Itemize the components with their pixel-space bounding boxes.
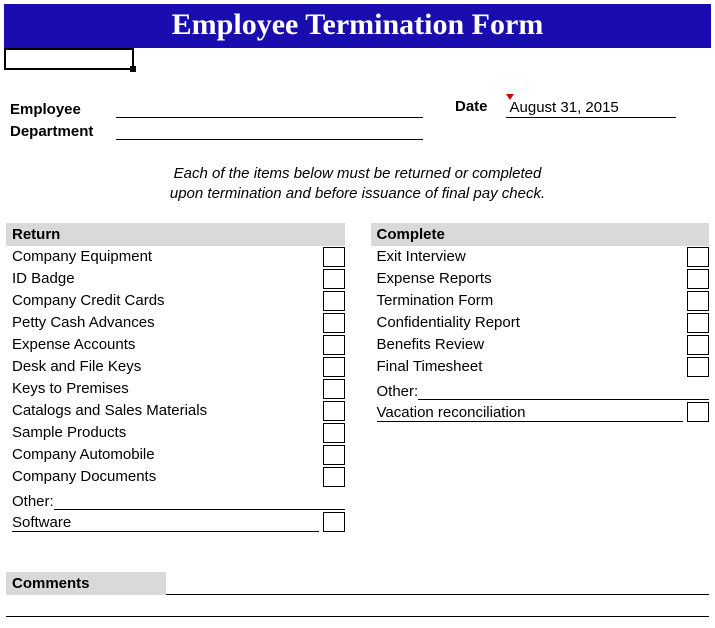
active-cell-outline[interactable] [4, 48, 134, 70]
return-item-row: Catalogs and Sales Materials [6, 400, 345, 422]
complete-item-label: Termination Form [377, 292, 684, 309]
return-other-row: Other: [6, 488, 345, 510]
return-items: Company Equipment ID Badge Company Credit … [6, 246, 345, 488]
return-item-label: Catalogs and Sales Materials [12, 402, 319, 419]
return-item-row: Company Documents [6, 466, 345, 488]
complete-write-in-row: Vacation reconciliation [371, 400, 710, 422]
return-item-checkbox[interactable] [323, 467, 345, 487]
complete-item-row: Confidentiality Report [371, 312, 710, 334]
date-input-line[interactable]: August 31, 2015 [506, 98, 676, 118]
return-item-row: Petty Cash Advances [6, 312, 345, 334]
return-item-checkbox[interactable] [323, 401, 345, 421]
return-item-checkbox[interactable] [323, 423, 345, 443]
return-write-in-text[interactable]: Software [12, 514, 319, 532]
complete-column: Complete Exit Interview Expense Reports Te… [371, 223, 710, 532]
return-write-in-checkbox[interactable] [323, 512, 345, 532]
comments-label: Comments [6, 572, 166, 595]
department-label: Department [10, 123, 110, 140]
employee-label: Employee [10, 101, 110, 118]
cell-fill-handle[interactable] [130, 66, 136, 72]
comments-header-row: Comments [6, 572, 709, 595]
complete-item-row: Benefits Review [371, 334, 710, 356]
complete-item-checkbox[interactable] [687, 269, 709, 289]
complete-item-label: Final Timesheet [377, 358, 684, 375]
return-item-checkbox[interactable] [323, 335, 345, 355]
complete-item-row: Exit Interview [371, 246, 710, 268]
return-item-label: Company Credit Cards [12, 292, 319, 309]
complete-other-row: Other: [371, 378, 710, 400]
return-item-row: Company Automobile [6, 444, 345, 466]
complete-item-row: Termination Form [371, 290, 710, 312]
return-item-row: Company Equipment [6, 246, 345, 268]
form-title: Employee Termination Form [172, 8, 544, 41]
return-item-row: Expense Accounts [6, 334, 345, 356]
date-field: Date August 31, 2015 [455, 98, 705, 142]
complete-items: Exit Interview Expense Reports Termination… [371, 246, 710, 378]
complete-item-row: Final Timesheet [371, 356, 710, 378]
comments-line-1[interactable] [166, 573, 709, 595]
return-item-label: Company Equipment [12, 248, 319, 265]
return-item-label: ID Badge [12, 270, 319, 287]
complete-item-checkbox[interactable] [687, 357, 709, 377]
checklist-columns: Return Company EquipmentID BadgeCompany … [6, 223, 709, 532]
complete-item-label: Confidentiality Report [377, 314, 684, 331]
return-item-row: Keys to Premises [6, 378, 345, 400]
return-write-in-row: Software [6, 510, 345, 532]
return-item-label: Expense Accounts [12, 336, 319, 353]
return-item-label: Petty Cash Advances [12, 314, 319, 331]
return-item-label: Company Automobile [12, 446, 319, 463]
date-value: August 31, 2015 [510, 99, 619, 116]
comments-section: Comments [6, 572, 709, 617]
complete-other-line[interactable] [418, 380, 709, 400]
return-item-label: Desk and File Keys [12, 358, 319, 375]
left-field-group: Employee Department [10, 98, 423, 142]
complete-other-label: Other: [377, 383, 419, 400]
complete-item-label: Expense Reports [377, 270, 684, 287]
return-item-row: ID Badge [6, 268, 345, 290]
return-header: Return [6, 223, 345, 246]
complete-write-in-checkbox[interactable] [687, 402, 709, 422]
return-item-checkbox[interactable] [323, 291, 345, 311]
return-item-checkbox[interactable] [323, 357, 345, 377]
department-input-line[interactable] [116, 120, 423, 140]
return-item-label: Keys to Premises [12, 380, 319, 397]
complete-item-label: Exit Interview [377, 248, 684, 265]
return-item-checkbox[interactable] [323, 379, 345, 399]
return-item-checkbox[interactable] [323, 269, 345, 289]
department-field: Department [10, 120, 423, 140]
complete-write-in-text[interactable]: Vacation reconciliation [377, 404, 684, 422]
employee-field: Employee [10, 98, 423, 118]
return-item-row: Company Credit Cards [6, 290, 345, 312]
return-column: Return Company EquipmentID BadgeCompany … [6, 223, 345, 532]
complete-item-label: Benefits Review [377, 336, 684, 353]
return-item-row: Sample Products [6, 422, 345, 444]
return-item-checkbox[interactable] [323, 445, 345, 465]
date-label: Date [455, 98, 488, 115]
return-item-checkbox[interactable] [323, 247, 345, 267]
instructions-line1: Each of the items below must be returned… [174, 165, 542, 182]
instructions-line2: upon termination and before issuance of … [170, 185, 545, 202]
return-other-line[interactable] [54, 490, 345, 510]
return-item-label: Sample Products [12, 424, 319, 441]
return-item-checkbox[interactable] [323, 313, 345, 333]
return-item-row: Desk and File Keys [6, 356, 345, 378]
complete-item-checkbox[interactable] [687, 247, 709, 267]
header-fields: Employee Department Date August 31, 2015 [10, 98, 705, 142]
return-item-label: Company Documents [12, 468, 319, 485]
complete-item-checkbox[interactable] [687, 313, 709, 333]
form-title-bar: Employee Termination Form [4, 4, 711, 48]
instructions-text: Each of the items below must be returned… [36, 164, 680, 205]
return-other-label: Other: [12, 493, 54, 510]
complete-item-checkbox[interactable] [687, 335, 709, 355]
employee-input-line[interactable] [116, 98, 423, 118]
comments-line-2[interactable] [6, 595, 709, 617]
complete-item-row: Expense Reports [371, 268, 710, 290]
complete-item-checkbox[interactable] [687, 291, 709, 311]
complete-header: Complete [371, 223, 710, 246]
